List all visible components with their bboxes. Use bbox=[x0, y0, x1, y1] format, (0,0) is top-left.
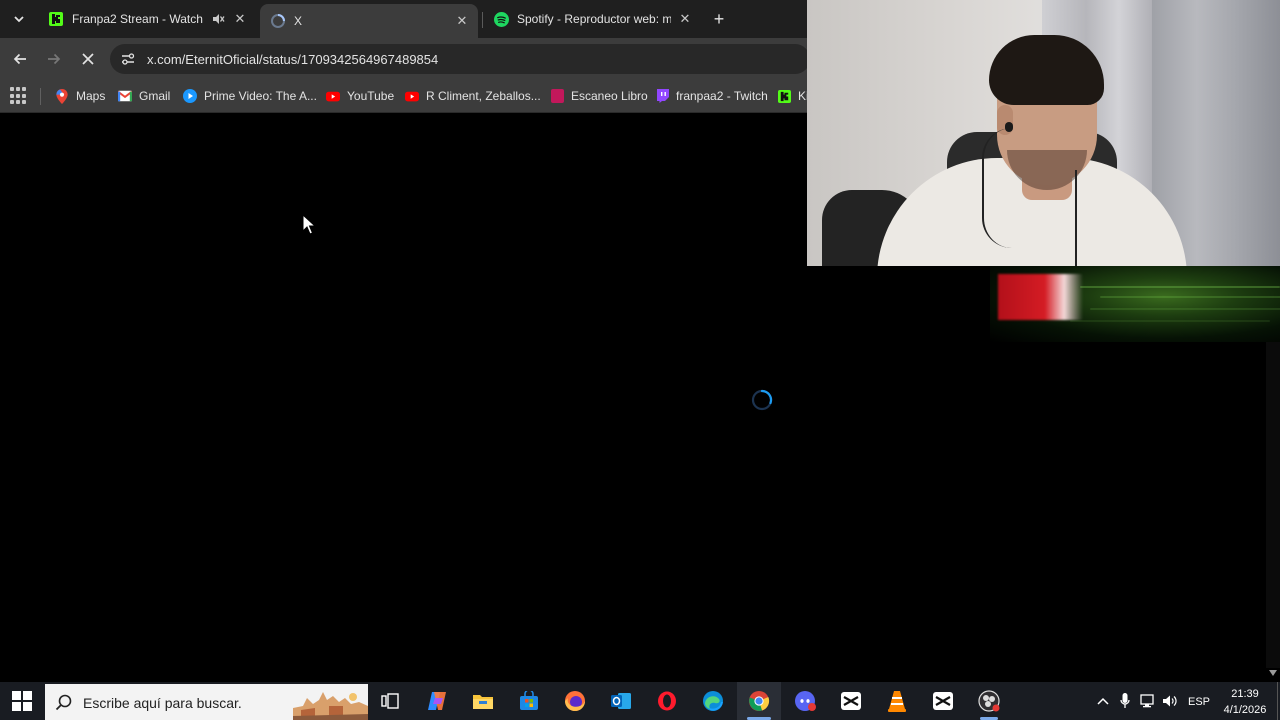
chrome-icon[interactable] bbox=[747, 689, 771, 713]
tab-franpa2-stream[interactable]: Franpa2 Stream - Watch Live ✕ bbox=[38, 4, 256, 34]
gmail-icon bbox=[118, 89, 132, 103]
flag-graphic bbox=[998, 274, 1083, 320]
taskbar-search-box[interactable]: Escribe aquí para buscar. bbox=[45, 684, 368, 720]
bookmark-prime-video[interactable]: Prime Video: The A... bbox=[183, 87, 317, 105]
youtube-icon bbox=[326, 89, 340, 103]
stop-loading-button[interactable] bbox=[77, 48, 99, 70]
microphone-icon[interactable] bbox=[1117, 693, 1133, 709]
discord-icon[interactable] bbox=[793, 689, 817, 713]
book-icon bbox=[550, 89, 564, 103]
scroll-down-arrow-icon[interactable] bbox=[1267, 668, 1279, 678]
back-button[interactable] bbox=[9, 48, 31, 70]
windows-taskbar: Escribe aquí para buscar. ESP bbox=[0, 682, 1280, 720]
bookmark-label: franpaa2 - Twitch bbox=[676, 89, 768, 103]
maps-pin-icon bbox=[55, 88, 69, 104]
mute-tab-icon[interactable] bbox=[210, 12, 226, 26]
wave-line bbox=[1070, 320, 1270, 322]
webcam-overlay bbox=[807, 0, 1280, 266]
bookmark-r-climent[interactable]: R Climent, Zeballos... bbox=[405, 87, 541, 105]
taskbar-clock[interactable]: 21:39 4/1/2026 bbox=[1214, 686, 1276, 718]
clock-time: 21:39 bbox=[1231, 688, 1259, 700]
network-icon[interactable] bbox=[1140, 693, 1156, 709]
url-text: x.com/EternitOficial/status/170934256496… bbox=[147, 52, 439, 67]
bookmark-gmail[interactable]: Gmail bbox=[118, 87, 170, 105]
bookmark-escaneo-libro[interactable]: Escaneo Libro bbox=[550, 87, 648, 105]
stream-banner bbox=[990, 266, 1280, 342]
outlook-icon[interactable] bbox=[609, 689, 633, 713]
apps-grid-icon[interactable] bbox=[10, 87, 28, 105]
windows-start-button[interactable] bbox=[12, 691, 32, 711]
bookmark-maps[interactable]: Maps bbox=[55, 87, 105, 105]
new-tab-button[interactable]: + bbox=[709, 9, 729, 29]
mouse-cursor-icon bbox=[302, 214, 316, 235]
forward-button[interactable] bbox=[43, 48, 65, 70]
tab-title: X bbox=[294, 14, 303, 28]
chevron-down-icon bbox=[14, 16, 24, 23]
prime-video-icon bbox=[183, 89, 197, 103]
site-settings-icon[interactable] bbox=[120, 51, 136, 67]
firefox-icon[interactable] bbox=[563, 689, 587, 713]
bookmark-youtube[interactable]: YouTube bbox=[326, 87, 394, 105]
task-view-icon[interactable] bbox=[378, 689, 402, 713]
twitch-icon bbox=[655, 89, 669, 103]
close-tab-icon[interactable]: ✕ bbox=[677, 11, 693, 27]
arrow-right-icon bbox=[48, 53, 61, 65]
close-tab-icon[interactable]: ✕ bbox=[454, 13, 470, 29]
search-placeholder: Escribe aquí para buscar. bbox=[83, 695, 242, 711]
vlc-icon[interactable] bbox=[885, 689, 909, 713]
bookmark-label: Escaneo Libro bbox=[571, 89, 648, 103]
kick-icon bbox=[777, 89, 791, 103]
wave-line bbox=[1080, 286, 1280, 288]
capcut-icon[interactable] bbox=[931, 689, 955, 713]
bookmark-label: Prime Video: The A... bbox=[204, 89, 317, 103]
search-highlight-illustration bbox=[293, 688, 368, 720]
obs-icon[interactable] bbox=[977, 689, 1001, 713]
search-icon bbox=[55, 694, 72, 711]
bookmark-label: R Climent, Zeballos... bbox=[426, 89, 541, 103]
file-explorer-icon[interactable] bbox=[471, 689, 495, 713]
arrow-left-icon bbox=[13, 53, 26, 65]
tab-spotify[interactable]: Spotify - Reproductor web: música ✕ bbox=[483, 4, 701, 34]
tab-title: Franpa2 Stream - Watch Live bbox=[72, 12, 206, 26]
close-icon bbox=[82, 53, 94, 65]
bookmark-label: Maps bbox=[76, 89, 106, 103]
edge-icon[interactable] bbox=[701, 689, 725, 713]
chevron-up-icon[interactable] bbox=[1095, 693, 1111, 709]
kick-icon bbox=[48, 11, 64, 27]
loading-icon bbox=[270, 13, 286, 29]
earphone-cable bbox=[1067, 170, 1077, 266]
tab-x[interactable]: X ✕ bbox=[260, 4, 478, 38]
wave-line bbox=[1090, 308, 1280, 310]
earphone-cable bbox=[982, 128, 1012, 248]
clock-date: 4/1/2026 bbox=[1223, 704, 1267, 716]
bookmark-kick[interactable]: Ki bbox=[777, 87, 809, 105]
bookmark-separator bbox=[40, 88, 41, 105]
loading-spinner-icon bbox=[751, 389, 773, 411]
bookmark-label: Gmail bbox=[139, 89, 171, 103]
tab-title: Spotify - Reproductor web: música bbox=[517, 12, 671, 26]
microsoft-store-icon[interactable] bbox=[517, 689, 541, 713]
capcut-icon[interactable] bbox=[839, 689, 863, 713]
desktop-screen: Franpa2 Stream - Watch Live ✕ X ✕ Spotif… bbox=[0, 0, 1280, 720]
youtube-icon bbox=[405, 89, 419, 103]
volume-icon[interactable] bbox=[1162, 693, 1178, 709]
tab-search-button[interactable] bbox=[8, 8, 30, 30]
opera-icon[interactable] bbox=[655, 689, 679, 713]
copilot-icon[interactable] bbox=[425, 689, 449, 713]
spotify-icon bbox=[493, 11, 509, 27]
bookmark-label: YouTube bbox=[347, 89, 395, 103]
scrollbar[interactable] bbox=[1266, 342, 1280, 668]
wave-line bbox=[1100, 296, 1280, 298]
language-indicator[interactable]: ESP bbox=[1188, 696, 1210, 708]
address-bar[interactable]: x.com/EternitOficial/status/170934256496… bbox=[110, 44, 810, 74]
close-tab-icon[interactable]: ✕ bbox=[232, 11, 248, 27]
bookmark-twitch[interactable]: franpaa2 - Twitch bbox=[655, 87, 768, 105]
